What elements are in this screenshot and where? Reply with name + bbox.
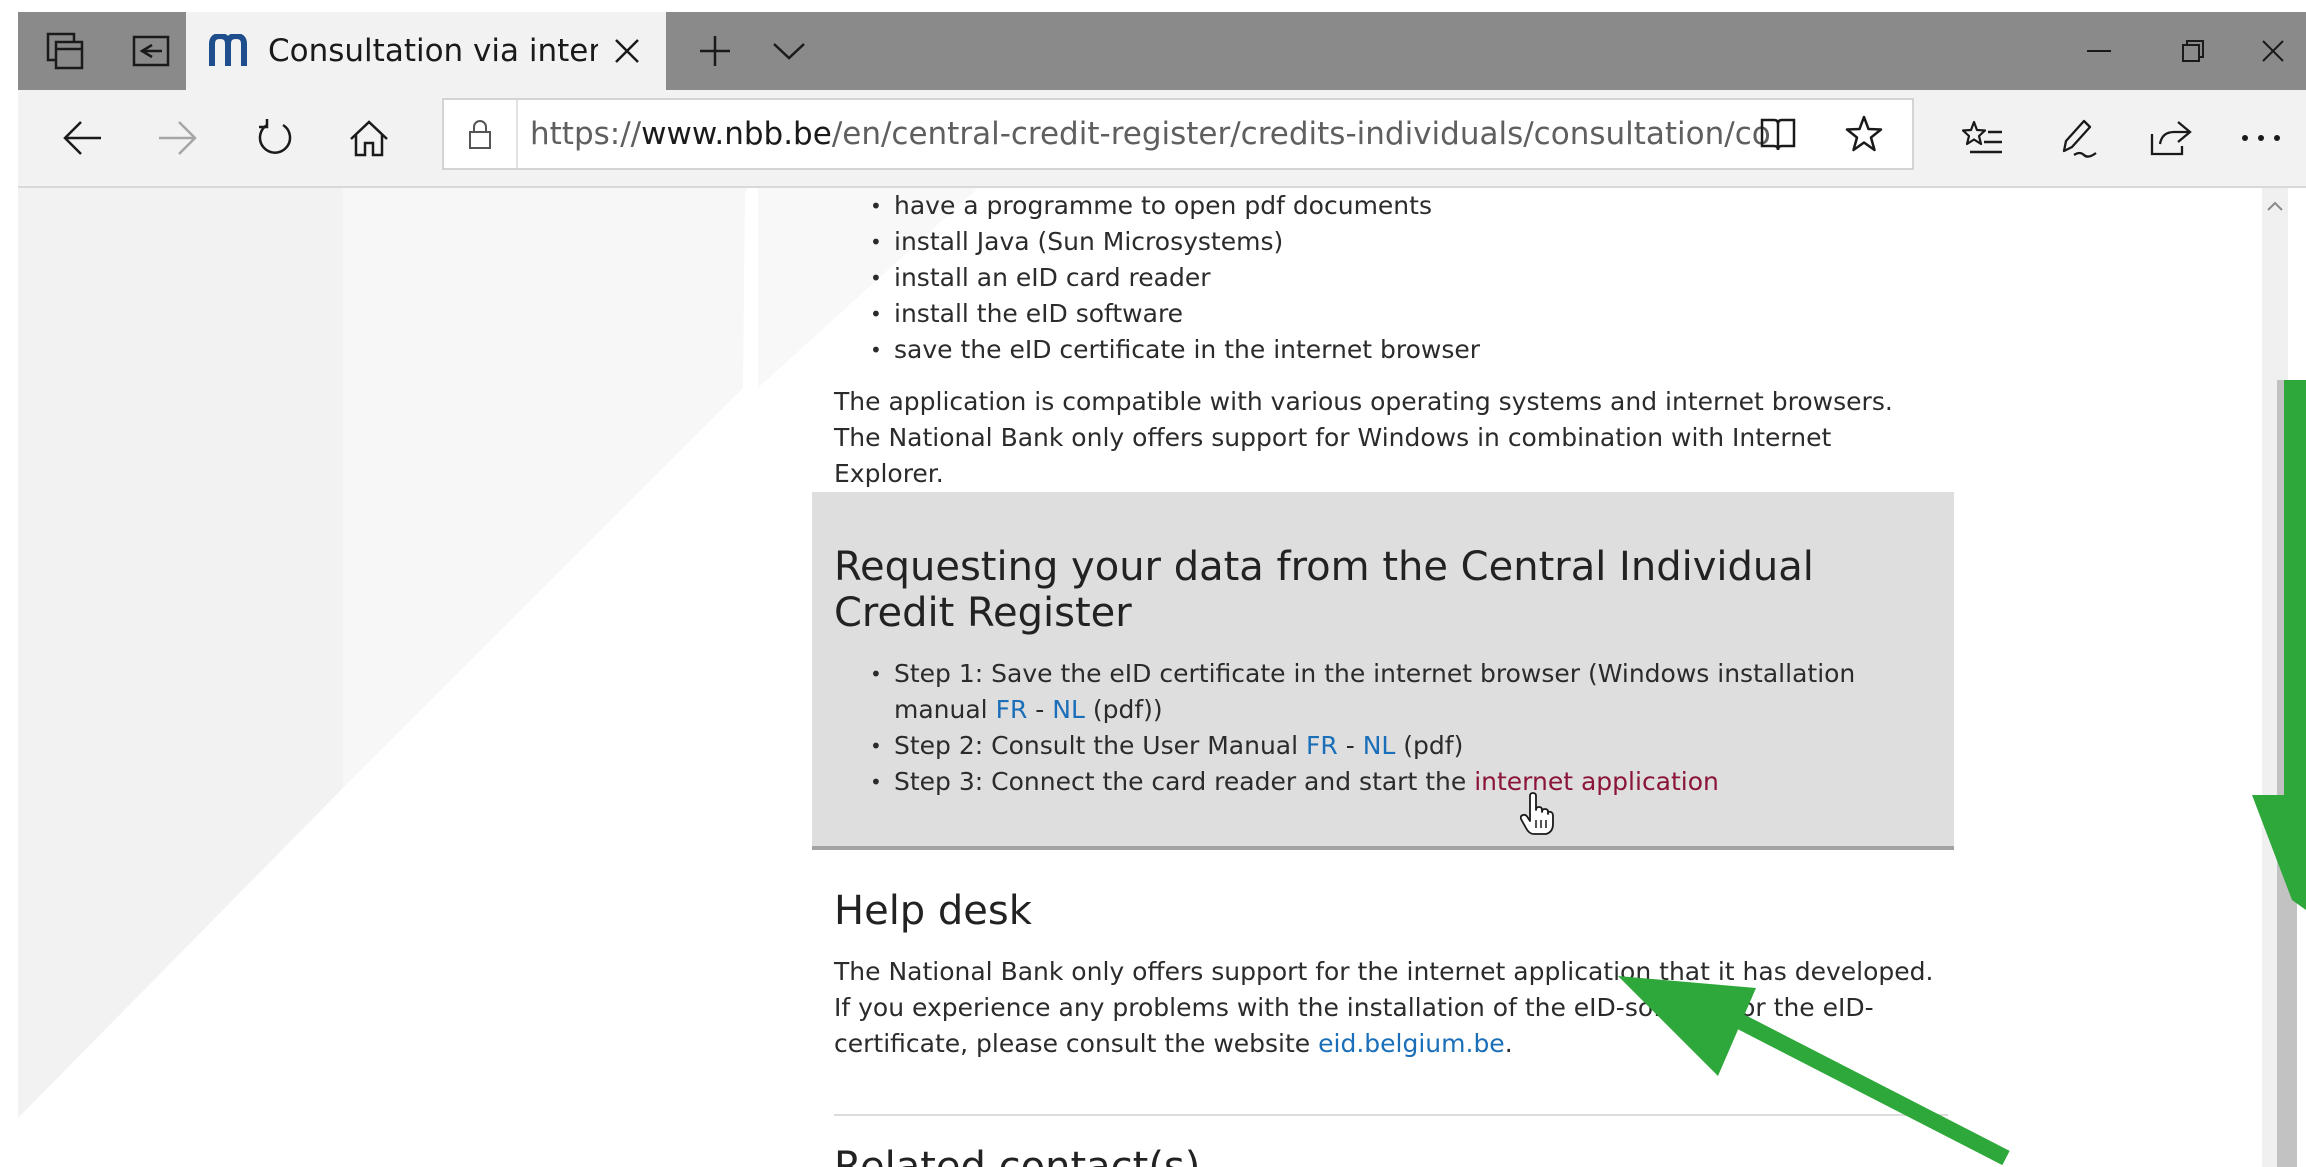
refresh-icon bbox=[258, 119, 292, 154]
share-icon bbox=[2150, 121, 2192, 156]
ellipsis-icon bbox=[2242, 135, 2280, 141]
list-item: install the eID software bbox=[870, 296, 1950, 332]
close-icon bbox=[2262, 40, 2284, 62]
step-2-nl-link[interactable]: NL bbox=[1363, 731, 1396, 760]
related-contacts-heading: Related contact(s) bbox=[834, 1144, 1201, 1167]
list-item: have a programme to open pdf documents bbox=[870, 188, 1950, 224]
requirements-list: have a programme to open pdf documents i… bbox=[870, 188, 1950, 368]
tab-actions-button[interactable] bbox=[18, 12, 112, 90]
address-bar[interactable]: https://www.nbb.be/en/central-credit-reg… bbox=[442, 98, 1914, 170]
set-aside-tabs-icon bbox=[132, 35, 170, 67]
back-arrow-icon bbox=[63, 121, 101, 155]
list-item: install an eID card reader bbox=[870, 260, 1950, 296]
step-1-separator: - bbox=[1027, 695, 1053, 724]
url-path: /en/central-credit-register/credits-indi… bbox=[831, 116, 1770, 152]
step-2-suffix: (pdf) bbox=[1395, 731, 1464, 760]
helpdesk-heading: Help desk bbox=[834, 888, 1032, 934]
favorites-hub-button[interactable] bbox=[1938, 90, 2028, 186]
url-text[interactable]: https://www.nbb.be/en/central-credit-reg… bbox=[530, 100, 1770, 168]
lock-icon bbox=[469, 120, 491, 149]
list-item: install Java (Sun Microsystems) bbox=[870, 224, 1950, 260]
steps-list: Step 1: Save the eID certificate in the … bbox=[870, 656, 1930, 800]
reading-view-button[interactable] bbox=[1738, 100, 1818, 168]
annotation-arrow-to-link bbox=[1618, 976, 2010, 1166]
helpdesk-text-end: . bbox=[1504, 1029, 1513, 1058]
star-icon bbox=[1845, 115, 1883, 152]
restore-icon bbox=[2182, 40, 2204, 62]
web-page: have a programme to open pdf documents i… bbox=[18, 188, 2280, 1167]
favorites-list-icon bbox=[1962, 120, 2002, 154]
chevron-down-icon bbox=[773, 43, 805, 60]
active-tab[interactable]: Consultation via interne bbox=[186, 12, 666, 90]
navigation-bar: https://www.nbb.be/en/central-credit-reg… bbox=[18, 90, 2306, 188]
annotation-arrow-down bbox=[2252, 380, 2306, 910]
step-3-text: Step 3: Connect the card reader and star… bbox=[894, 767, 1475, 796]
step-1: Step 1: Save the eID certificate in the … bbox=[870, 656, 1930, 728]
book-icon bbox=[1760, 118, 1796, 151]
forward-button[interactable] bbox=[132, 90, 222, 186]
close-icon bbox=[615, 39, 639, 63]
hand-cursor-icon bbox=[1520, 792, 1554, 835]
nbb-favicon bbox=[209, 34, 247, 66]
scroll-up-icon bbox=[2267, 201, 2283, 211]
set-aside-tabs-button[interactable] bbox=[104, 12, 198, 90]
step-1-fr-link[interactable]: FR bbox=[996, 695, 1028, 724]
close-window-button[interactable] bbox=[2240, 12, 2306, 90]
request-section-heading: Requesting your data from the Central In… bbox=[834, 544, 1814, 636]
step-2-fr-link[interactable]: FR bbox=[1306, 731, 1338, 760]
restore-button[interactable] bbox=[2146, 12, 2240, 90]
eid-belgium-link[interactable]: eid.belgium.be bbox=[1318, 1029, 1505, 1058]
step-1-suffix: (pdf)) bbox=[1084, 695, 1163, 724]
more-options-button[interactable] bbox=[2216, 90, 2306, 186]
site-info-button[interactable] bbox=[444, 100, 518, 168]
pen-icon bbox=[2062, 119, 2097, 158]
plus-icon bbox=[700, 36, 730, 66]
close-tab-button[interactable] bbox=[602, 12, 652, 90]
minimize-icon bbox=[2087, 50, 2111, 52]
tab-bar: Consultation via interne bbox=[18, 12, 2306, 90]
step-2: Step 2: Consult the User Manual FR - NL … bbox=[870, 728, 1930, 764]
step-2-separator: - bbox=[1337, 731, 1363, 760]
tab-title: Consultation via interne bbox=[268, 33, 598, 69]
share-button[interactable] bbox=[2126, 90, 2216, 186]
window-left-edge bbox=[0, 0, 18, 1167]
home-icon bbox=[350, 120, 388, 157]
tab-actions-icon bbox=[46, 32, 84, 70]
step-2-text: Step 2: Consult the User Manual bbox=[894, 731, 1306, 760]
add-favorite-button[interactable] bbox=[1824, 100, 1904, 168]
list-item: save the eID certificate in the internet… bbox=[870, 332, 1950, 368]
compatibility-paragraph: The application is compatible with vario… bbox=[834, 387, 1893, 488]
back-button[interactable] bbox=[38, 90, 128, 186]
minimize-button[interactable] bbox=[2052, 12, 2146, 90]
url-domain: www.nbb.be bbox=[641, 116, 832, 152]
tab-list-button[interactable] bbox=[742, 12, 836, 90]
make-note-button[interactable] bbox=[2032, 90, 2122, 186]
home-button[interactable] bbox=[324, 90, 414, 186]
forward-arrow-icon bbox=[159, 121, 197, 155]
refresh-button[interactable] bbox=[230, 90, 320, 186]
url-scheme: https:// bbox=[530, 116, 642, 152]
step-1-nl-link[interactable]: NL bbox=[1052, 695, 1085, 724]
